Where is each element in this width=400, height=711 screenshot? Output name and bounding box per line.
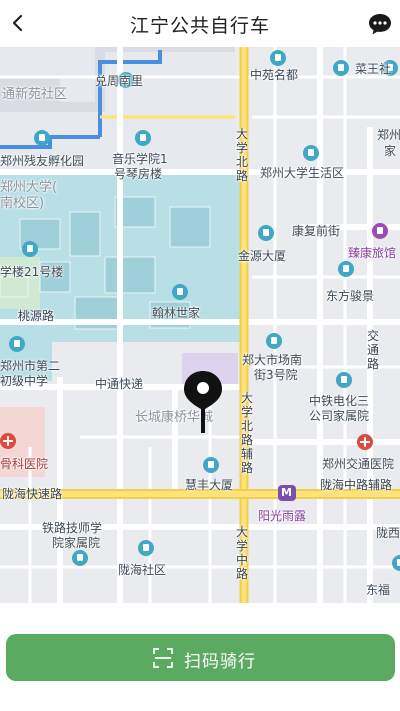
map-label: 陇西: [376, 526, 400, 540]
map-label: 音乐学院1: [112, 152, 168, 166]
road-label: 桃源路: [18, 309, 55, 323]
poi-marker[interactable]: [9, 336, 25, 352]
map-label: 兑周南里: [95, 74, 144, 88]
road-label: 陇海中路辅路: [320, 478, 393, 492]
chat-bubble-icon: [369, 14, 391, 35]
poi-marker[interactable]: [34, 130, 50, 146]
poi-marker[interactable]: [72, 550, 88, 566]
map-label: 初级中学: [0, 374, 49, 388]
map-label: 骨科医院: [0, 457, 49, 471]
map-base: [0, 47, 400, 603]
road-label: 陇海快速路: [2, 487, 63, 501]
map-label: 慧丰大厦: [185, 478, 234, 492]
hospital-marker[interactable]: [357, 434, 373, 450]
map-label: 通新苑社区: [2, 87, 68, 102]
poi-marker[interactable]: [22, 241, 38, 257]
poi-marker[interactable]: [303, 145, 319, 161]
poi-marker[interactable]: [333, 60, 349, 76]
scan-ride-button[interactable]: 扫码骑行: [6, 634, 395, 681]
map-label: 家: [384, 144, 397, 158]
map-label: 中通快递: [95, 377, 144, 391]
map-view[interactable]: 兑周南里 通新苑社区 中苑名都 菜王社 郑州 家 郑州残友孵化园 音乐学院1 号…: [0, 47, 400, 603]
poi-marker[interactable]: [203, 457, 219, 473]
map-label: 康复前街: [292, 224, 341, 238]
map-label: 郑州大学(: [0, 180, 58, 195]
map-label: 东福: [366, 583, 391, 597]
map-label: 中铁电化三: [309, 394, 370, 408]
poi-marker[interactable]: [266, 333, 282, 349]
map-label: 郑州: [377, 128, 400, 142]
map-label: 中苑名都: [250, 68, 299, 82]
map-label: 公司家属院: [309, 409, 370, 423]
map-label: 郑大市场南: [242, 353, 303, 367]
map-label: 街3号院: [254, 368, 298, 382]
map-label: 南校区): [0, 196, 45, 211]
map-label: 院家属院: [52, 536, 101, 550]
poi-marker[interactable]: [372, 223, 388, 239]
poi-marker[interactable]: [270, 50, 286, 66]
location-pin-icon[interactable]: [180, 369, 226, 435]
metro-icon[interactable]: [278, 485, 296, 501]
map-label: 郑州市第二: [0, 359, 61, 373]
map-label: 菜王社: [355, 62, 392, 76]
scan-ride-label: 扫码骑行: [184, 652, 256, 672]
road-label: 交通路: [366, 329, 379, 371]
map-label: 号琴房楼: [114, 167, 163, 181]
scan-icon: [153, 648, 173, 668]
map-label: 郑州残友孵化园: [0, 154, 85, 168]
poi-marker[interactable]: [336, 372, 352, 388]
road-label: 大学中路: [235, 525, 248, 581]
road-label: 大学北路辅路: [240, 391, 253, 475]
header-bar: 江宁公共自行车: [0, 0, 400, 47]
map-label: 铁路技师学: [42, 521, 103, 535]
poi-marker[interactable]: [138, 540, 154, 556]
map-label: 阳光雨露: [258, 509, 307, 523]
map-label: 陇海社区: [118, 563, 167, 577]
map-label: 郑州交通医院: [322, 457, 395, 471]
map-label: 翰林世家: [152, 306, 201, 320]
map-label: 郑州大学生活区: [260, 166, 345, 180]
road-label: 大学北路: [235, 127, 248, 183]
poi-marker[interactable]: [135, 130, 151, 146]
poi-marker[interactable]: [258, 225, 274, 241]
map-label: 金源大厦: [238, 249, 287, 263]
message-button[interactable]: [366, 10, 394, 38]
map-label: 东方骏景: [326, 289, 375, 303]
bottom-panel: 扫码骑行: [0, 603, 400, 711]
hospital-marker[interactable]: [0, 433, 16, 449]
page-title: 江宁公共自行车: [129, 15, 270, 37]
poi-marker[interactable]: [172, 284, 188, 300]
poi-marker[interactable]: [338, 261, 354, 277]
map-label: 臻康旅馆: [348, 246, 397, 260]
map-label: 学楼21号楼: [0, 265, 64, 279]
